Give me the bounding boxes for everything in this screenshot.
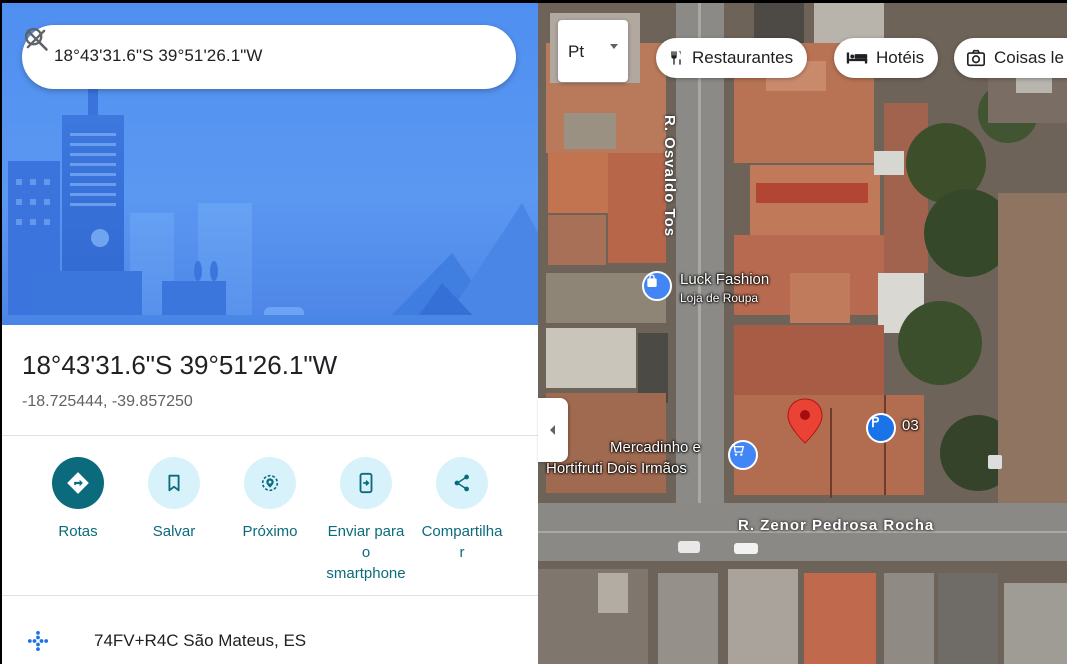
plus-code-text: 74FV+R4C São Mateus, ES (94, 631, 307, 650)
restaurant-icon (671, 51, 681, 65)
satellite-map[interactable]: R. Osvaldo Tos R. Zenor Pedrosa Rocha Lu… (538, 3, 1067, 664)
poi-name-mercadinho-line-1[interactable]: Mercadinho e (610, 439, 701, 456)
save-button[interactable]: Salvar (124, 457, 224, 542)
save-label: Salvar (152, 523, 196, 540)
nearby-button[interactable]: Próximo (220, 457, 320, 542)
chip-restaurants[interactable]: Restaurantes (656, 38, 808, 78)
chevron-down-icon[interactable] (608, 42, 620, 52)
action-bar: Rotas Salvar Próximo Enviar para o smart… (2, 451, 538, 591)
send-to-phone-icon[interactable] (340, 457, 392, 509)
send-label-line-2: o (361, 544, 371, 561)
poi-name-mercadinho-line-2[interactable]: Hortifruti Dois Irmãos (546, 460, 687, 477)
bookmark-icon[interactable] (148, 457, 200, 509)
divider (2, 595, 538, 596)
directions-label: Rotas (58, 523, 98, 540)
send-label-line-1: Enviar para (327, 523, 405, 540)
place-title: 18°43'31.6"S 39°51'26.1"W (22, 350, 338, 380)
street-label-zenor: R. Zenor Pedrosa Rocha (738, 517, 935, 534)
shopping-cart-icon[interactable] (728, 440, 758, 470)
send-to-phone-button[interactable]: Enviar para o smartphone (316, 457, 416, 584)
share-label-line-1: Compartilha (421, 523, 503, 540)
place-panel: 18°43'31.6"S 39°51'26.1"W 18°43'31.6"S 3… (2, 3, 538, 664)
directions-button[interactable]: Rotas (28, 457, 128, 542)
nearby-label: Próximo (242, 523, 298, 540)
send-to-phone-label: Enviar para o smartphone (316, 521, 416, 584)
chip-things-to-do[interactable]: Coisas le (954, 38, 1067, 78)
plus-code-icon (27, 630, 49, 652)
chip-hotels-label: Hotéis (876, 48, 925, 67)
hotel-icon (846, 52, 868, 64)
search-box[interactable]: 18°43'31.6"S 39°51'26.1"W (22, 25, 516, 89)
directions-icon[interactable] (52, 457, 104, 509)
satellite-imagery (538, 3, 1067, 664)
chip-things-to-do-label: Coisas le (994, 48, 1064, 67)
share-label-line-2: r (459, 544, 465, 561)
close-icon[interactable] (22, 25, 50, 53)
chip-restaurants-label: Restaurantes (692, 48, 794, 67)
hero-illustration: 18°43'31.6"S 39°51'26.1"W (2, 3, 538, 325)
share-label: Compartilha r (412, 521, 512, 563)
search-input[interactable]: 18°43'31.6"S 39°51'26.1"W (54, 46, 263, 66)
share-button[interactable]: Compartilha r (412, 457, 512, 563)
parking-icon[interactable] (866, 413, 896, 443)
poi-name-luck-fashion[interactable]: Luck Fashion (680, 271, 769, 288)
camera-icon (967, 49, 985, 67)
street-label-osvaldo: R. Osvaldo Tos (661, 115, 678, 238)
poi-name-parking[interactable]: 03 (902, 417, 919, 434)
share-icon[interactable] (436, 457, 488, 509)
plus-code-row[interactable]: 74FV+R4C São Mateus, ES (2, 623, 538, 663)
nearby-icon[interactable] (244, 457, 296, 509)
layer-label: Pt (568, 42, 585, 61)
decimal-coordinates: -18.725444, -39.857250 (22, 393, 193, 410)
poi-category-luck-fashion: Loja de Roupa (680, 291, 759, 305)
chip-hotels[interactable]: Hotéis (834, 38, 939, 78)
send-label-line-3: smartphone (326, 565, 406, 582)
divider (2, 435, 538, 436)
collapse-panel-button[interactable] (538, 398, 568, 462)
shopping-bag-icon[interactable] (642, 271, 672, 301)
chevron-left-icon (550, 425, 555, 435)
map-layer-button[interactable]: Pt (558, 20, 628, 82)
